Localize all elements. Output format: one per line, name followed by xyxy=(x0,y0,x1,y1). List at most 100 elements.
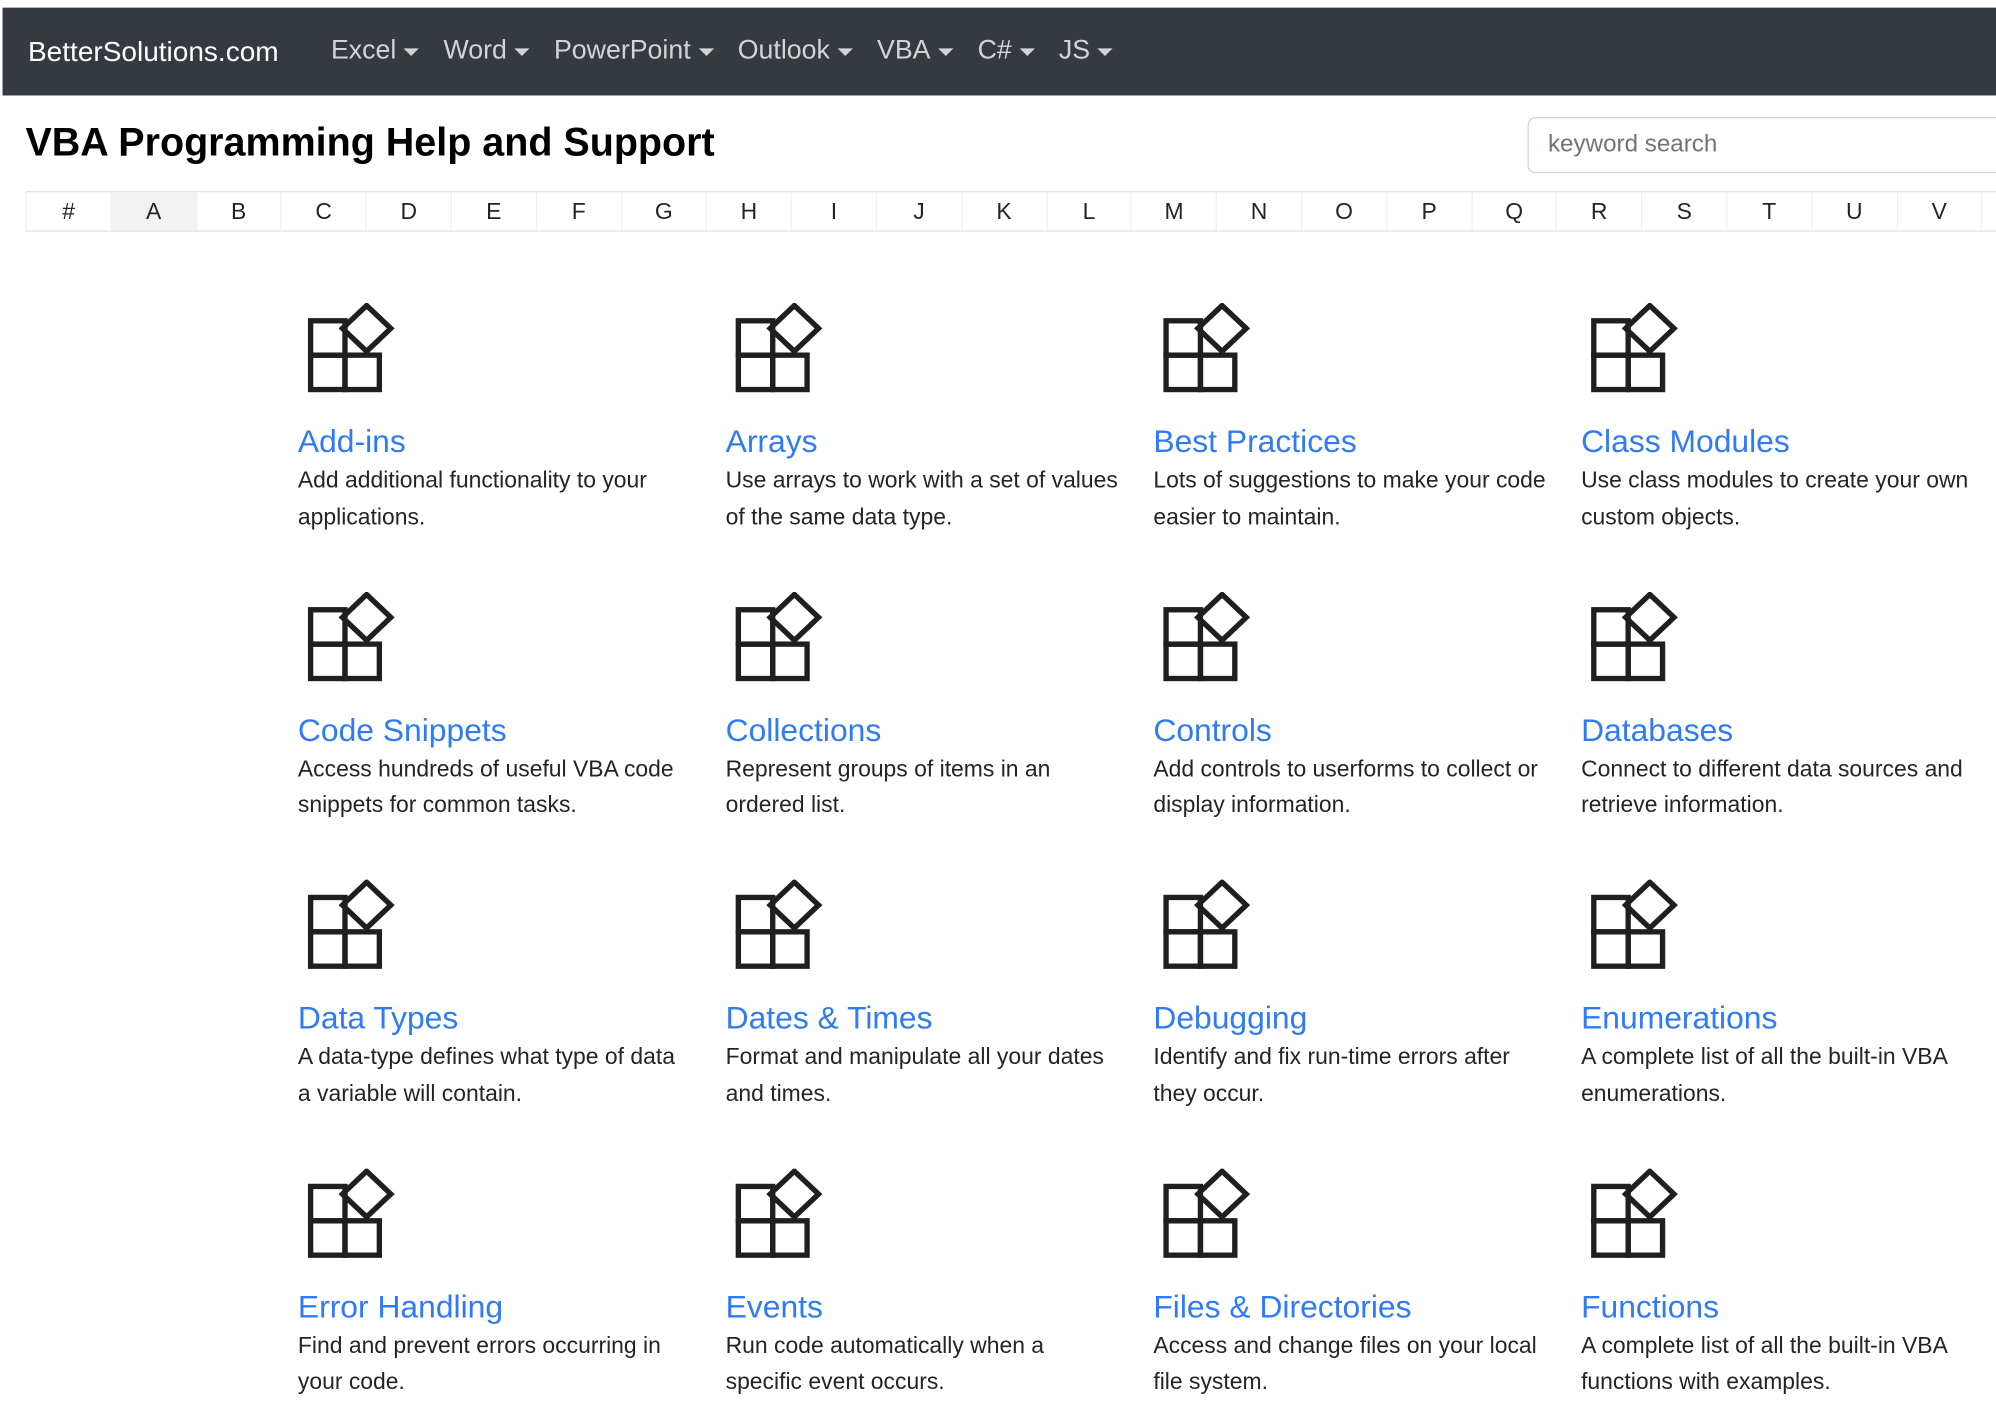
alphabet-letter-g[interactable]: G xyxy=(620,192,706,231)
windows-tiles-icon[interactable] xyxy=(1161,878,1260,972)
windows-tiles-icon[interactable] xyxy=(733,1166,832,1260)
topic-link-arrays[interactable]: Arrays xyxy=(726,423,1154,461)
nav-menu: Excel Word PowerPoint Outlook VBA C# JS xyxy=(331,36,1137,67)
alphabet-letter-d[interactable]: D xyxy=(365,192,451,231)
caret-down-icon xyxy=(403,48,420,57)
alphabet-letter-t[interactable]: T xyxy=(1726,192,1811,231)
topic-card: Dates & Times Format and manipulate all y… xyxy=(725,878,1154,1168)
alphabet-letter-j[interactable]: J xyxy=(875,192,961,231)
topic-description: A complete list of all the built-in VBA … xyxy=(1581,1043,1947,1106)
alphabet-letter-o[interactable]: O xyxy=(1300,192,1386,231)
alphabet-letter-h[interactable]: H xyxy=(705,192,791,231)
topic-link-error-handling[interactable]: Error Handling xyxy=(298,1288,726,1326)
windows-tiles-icon[interactable] xyxy=(1589,878,1688,972)
windows-tiles-icon[interactable] xyxy=(1161,590,1260,683)
topic-link-class-modules[interactable]: Class Modules xyxy=(1581,423,1996,461)
topic-link-code-snippets[interactable]: Code Snippets xyxy=(298,711,726,749)
alphabet-letter-v[interactable]: V xyxy=(1896,192,1981,231)
windows-tiles-icon[interactable] xyxy=(306,878,405,972)
topic-card: Data Types A data-type defines what type … xyxy=(297,878,726,1168)
topic-link-files-directories[interactable]: Files & Directories xyxy=(1153,1288,1581,1326)
topic-card: Files & Directories Access and change fil… xyxy=(1153,1166,1581,1408)
alphabet-letter-q[interactable]: Q xyxy=(1471,192,1556,231)
topic-card: Functions A complete list of all the buil… xyxy=(1581,1166,1996,1408)
topic-card: Best Practices Lots of suggestions to mak… xyxy=(1153,301,1581,591)
windows-tiles-icon[interactable] xyxy=(306,590,405,683)
topic-card: Enumerations A complete list of all the b… xyxy=(1581,878,1996,1168)
topic-link-databases[interactable]: Databases xyxy=(1581,711,1996,749)
alphabet-letter-i[interactable]: I xyxy=(790,192,876,231)
alphabet-letter-r[interactable]: R xyxy=(1556,192,1641,231)
windows-tiles-icon[interactable] xyxy=(1161,1166,1260,1260)
alphabet-index: #ABCDEFGHIJKLMNOPQRSTUVW xyxy=(25,190,1996,232)
topic-description: Format and manipulate all your dates and… xyxy=(725,1043,1104,1106)
topic-description: Use class modules to create your own cus… xyxy=(1581,467,1969,529)
topic-link-enumerations[interactable]: Enumerations xyxy=(1581,999,1996,1037)
caret-down-icon xyxy=(938,48,954,57)
navbar: BetterSolutions.com Excel Word PowerPoin… xyxy=(2,7,1996,96)
alphabet-letter-k[interactable]: K xyxy=(960,192,1046,231)
nav-item-word[interactable]: Word xyxy=(443,36,530,67)
page: BetterSolutions.com Excel Word PowerPoin… xyxy=(0,0,1996,1408)
alphabet-letter-w[interactable]: W xyxy=(1981,192,1996,231)
topic-card: Error Handling Find and prevent errors oc… xyxy=(297,1166,726,1408)
search-input[interactable] xyxy=(1527,117,1996,174)
caret-down-icon xyxy=(698,48,714,57)
caret-down-icon xyxy=(1019,48,1035,57)
alphabet-letter-hash[interactable]: # xyxy=(25,192,110,231)
topic-description: A data-type defines what type of data a … xyxy=(297,1043,675,1106)
windows-tiles-icon[interactable] xyxy=(1589,1166,1688,1260)
brand-link[interactable]: BetterSolutions.com xyxy=(28,36,279,69)
topic-description: Run code automatically when a specific e… xyxy=(725,1332,1045,1394)
topic-grid: Add-ins Add additional functionality to y… xyxy=(297,301,1996,1408)
topic-card: Collections Represent groups of items in … xyxy=(726,590,1154,879)
windows-tiles-icon[interactable] xyxy=(1161,301,1260,395)
topic-card: Debugging Identify and fix run-time error… xyxy=(1153,878,1581,1168)
alphabet-letter-b[interactable]: B xyxy=(195,192,281,231)
nav-item-powerpoint[interactable]: PowerPoint xyxy=(554,36,714,67)
windows-tiles-icon[interactable] xyxy=(733,590,832,683)
windows-tiles-icon[interactable] xyxy=(733,301,832,395)
windows-tiles-icon[interactable] xyxy=(1589,590,1688,683)
alphabet-letter-c[interactable]: C xyxy=(280,192,366,231)
topic-description: Use arrays to work with a set of values … xyxy=(725,467,1118,529)
topic-link-events[interactable]: Events xyxy=(726,1288,1154,1326)
caret-down-icon xyxy=(514,48,530,57)
alphabet-letter-n[interactable]: N xyxy=(1215,192,1301,231)
alphabet-letter-s[interactable]: S xyxy=(1641,192,1726,231)
caret-down-icon xyxy=(1097,48,1114,57)
page-title: VBA Programming Help and Support xyxy=(25,119,715,165)
topic-link-dates-times[interactable]: Dates & Times xyxy=(726,999,1154,1037)
nav-item-vba[interactable]: VBA xyxy=(877,36,954,67)
alphabet-letter-m[interactable]: M xyxy=(1130,192,1216,231)
alphabet-letter-a[interactable]: A xyxy=(110,192,196,231)
topic-description: Lots of suggestions to make your code ea… xyxy=(1153,467,1546,529)
nav-item-js[interactable]: JS xyxy=(1059,36,1114,67)
windows-tiles-icon[interactable] xyxy=(306,1166,405,1260)
alphabet-letter-f[interactable]: F xyxy=(535,192,621,231)
top-edge xyxy=(0,0,1996,8)
topic-link-debugging[interactable]: Debugging xyxy=(1153,999,1581,1037)
topic-link-collections[interactable]: Collections xyxy=(726,711,1154,749)
windows-tiles-icon[interactable] xyxy=(306,301,405,395)
windows-tiles-icon[interactable] xyxy=(733,878,832,972)
nav-item-outlook[interactable]: Outlook xyxy=(738,36,853,67)
topic-description: Find and prevent errors occurring in you… xyxy=(297,1332,661,1394)
topic-description: Connect to different data sources and re… xyxy=(1581,755,1963,818)
alphabet-letter-p[interactable]: P xyxy=(1385,192,1471,231)
topic-description: Add additional functionality to your app… xyxy=(297,467,647,529)
nav-item-excel[interactable]: Excel xyxy=(331,36,420,67)
alphabet-letter-e[interactable]: E xyxy=(450,192,536,231)
topic-description: Access and change files on your local fi… xyxy=(1153,1332,1537,1394)
caret-down-icon xyxy=(837,48,853,57)
topic-card: Databases Connect to different data sourc… xyxy=(1581,590,1996,879)
alphabet-letter-u[interactable]: U xyxy=(1811,192,1896,231)
topic-link-add-ins[interactable]: Add-ins xyxy=(298,423,726,461)
topic-link-controls[interactable]: Controls xyxy=(1153,711,1581,749)
topic-link-best-practices[interactable]: Best Practices xyxy=(1153,423,1581,461)
nav-item-csharp[interactable]: C# xyxy=(978,36,1035,67)
topic-link-data-types[interactable]: Data Types xyxy=(298,999,726,1037)
windows-tiles-icon[interactable] xyxy=(1589,301,1688,395)
topic-link-functions[interactable]: Functions xyxy=(1581,1288,1996,1326)
alphabet-letter-l[interactable]: L xyxy=(1045,192,1131,231)
